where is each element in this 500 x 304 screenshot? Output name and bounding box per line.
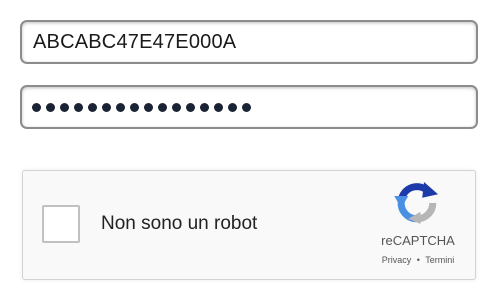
password-dot [74, 103, 83, 112]
recaptcha-label: Non sono un robot [101, 213, 258, 234]
password-dot [116, 103, 125, 112]
username-input[interactable]: ABCABC47E47E000A [20, 20, 478, 64]
password-input[interactable] [20, 85, 478, 129]
password-dot [102, 103, 111, 112]
recaptcha-checkbox[interactable] [42, 205, 80, 243]
password-mask [32, 100, 251, 114]
password-dot [200, 103, 209, 112]
password-dot [158, 103, 167, 112]
password-dot [32, 103, 41, 112]
password-dot [144, 103, 153, 112]
recaptcha-logo-icon [394, 182, 438, 224]
password-dot [46, 103, 55, 112]
password-dot [228, 103, 237, 112]
link-separator: • [416, 255, 420, 265]
privacy-link[interactable]: Privacy [382, 255, 412, 265]
password-dot [130, 103, 139, 112]
username-value: ABCABC47E47E000A [33, 31, 237, 53]
password-dot [242, 103, 251, 112]
terms-link[interactable]: Termini [425, 255, 454, 265]
password-dot [214, 103, 223, 112]
recaptcha-widget: Non sono un robot reCAPTCHA Privacy • Te… [22, 170, 476, 280]
password-dot [60, 103, 69, 112]
password-dot [88, 103, 97, 112]
recaptcha-links: Privacy • Termini [359, 255, 477, 265]
recaptcha-brand: reCAPTCHA [381, 233, 455, 248]
password-dot [172, 103, 181, 112]
password-dot [186, 103, 195, 112]
